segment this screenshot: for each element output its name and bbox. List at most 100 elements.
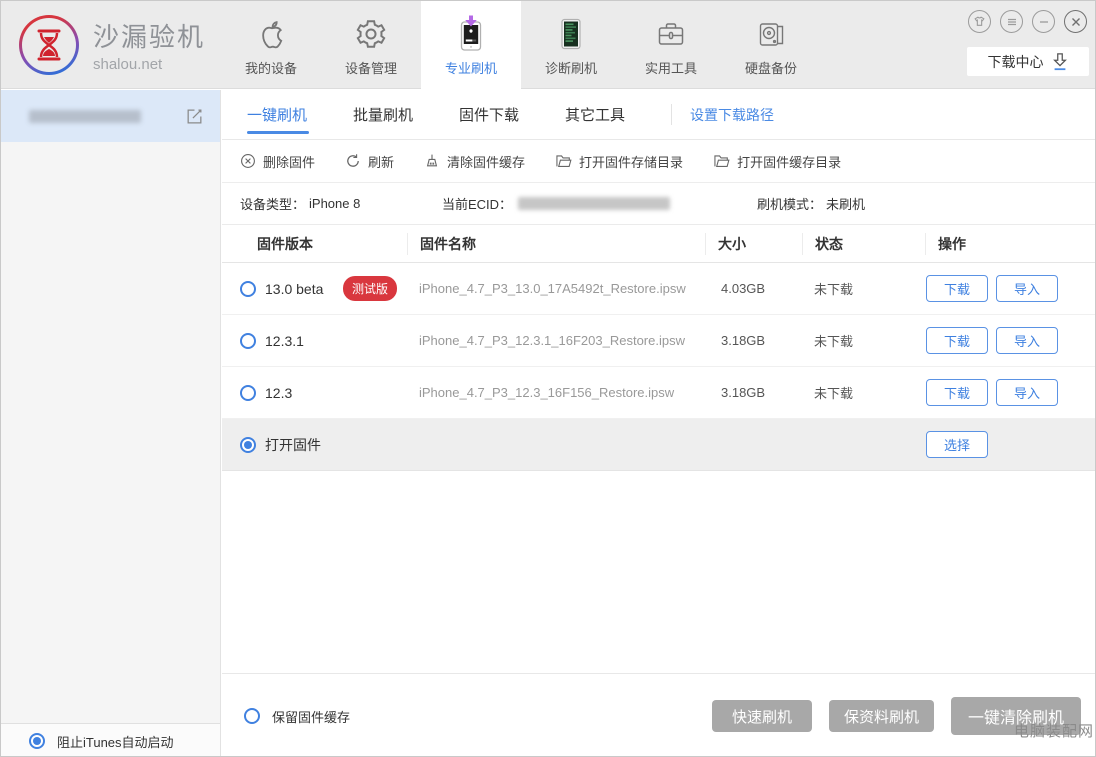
tab-label: 一键刷机 [247,104,307,125]
tab-bar: 一键刷机 批量刷机 固件下载 其它工具 设置下载路径 [222,90,1096,140]
col-version-header: 固件版本 [222,233,407,255]
apple-icon [255,14,287,54]
broom-icon [424,153,440,169]
download-button[interactable]: 下载 [926,379,988,406]
circle-x-icon [240,153,256,169]
firmware-radio[interactable] [240,333,256,349]
folder-open-icon [555,153,572,169]
actions-cell: 下载 导入 [925,379,1096,406]
firmware-size: 3.18GB [705,333,802,348]
import-button[interactable]: 导入 [996,327,1058,354]
refresh-button[interactable]: 刷新 [345,152,394,171]
firmware-row: 12.3.1 iPhone_4.7_P3_12.3.1_16F203_Resto… [222,315,1096,367]
nav-label: 诊断刷机 [545,58,597,77]
beta-badge: 测试版 [343,276,397,301]
tool-label: 打开固件存储目录 [579,152,683,171]
folder-open-icon [713,153,730,169]
tab-label: 批量刷机 [353,104,413,125]
firmware-size: 4.03GB [705,281,802,296]
quick-flash-button[interactable]: 快速刷机 [712,700,812,732]
main-panel: 一键刷机 批量刷机 固件下载 其它工具 设置下载路径 删除固件 [222,90,1096,757]
open-firmware-row: 打开固件 选择 [222,419,1096,471]
download-button[interactable]: 下载 [926,275,988,302]
keep-cache-radio[interactable] [244,708,260,724]
tab-label: 固件下载 [459,104,519,125]
col-size-header: 大小 [705,233,802,255]
diagnostic-device-icon [554,14,588,54]
open-firmware-cache-dir-button[interactable]: 打开固件缓存目录 [713,152,841,171]
firmware-row: 13.0 beta 测试版 iPhone_4.7_P3_13.0_17A5492… [222,263,1096,315]
version-cell: 12.3.1 [222,333,407,349]
gear-icon [354,14,388,54]
import-button[interactable]: 导入 [996,275,1058,302]
device-type-value: iPhone 8 [309,196,360,211]
download-center-label: 下载中心 [988,52,1044,72]
nav-utilities[interactable]: 实用工具 [621,1,721,89]
firmware-row: 12.3 iPhone_4.7_P3_12.3_16F156_Restore.i… [222,367,1096,419]
device-type-label: 设备类型： [240,194,305,213]
app-window: 沙漏验机 shalou.net 我的设备 [0,0,1096,757]
open-firmware-radio[interactable] [240,437,256,453]
main-nav: 我的设备 设备管理 [221,1,821,89]
sidebar-bottom-option[interactable]: 阻止iTunes自动启动 [1,723,220,757]
sidebar-device-item[interactable] [1,90,220,142]
firmware-table-header: 固件版本 固件名称 大小 状态 操作 [222,225,1096,263]
sidebar: 阻止iTunes自动启动 [1,90,221,757]
flash-mode-value: 未刷机 [826,194,865,213]
flash-device-icon [453,14,489,54]
nav-label: 专业刷机 [445,58,497,77]
edit-device-name-icon[interactable] [185,107,204,126]
tab-firmware-download[interactable]: 固件下载 [459,90,565,139]
block-itunes-label: 阻止iTunes自动启动 [57,732,174,751]
download-button[interactable]: 下载 [926,327,988,354]
open-firmware-cell: 打开固件 [222,435,407,455]
firmware-radio[interactable] [240,281,256,297]
actions-cell: 下载 导入 [925,275,1096,302]
header: 沙漏验机 shalou.net 我的设备 [1,1,1096,89]
nav-diagnostic-flash[interactable]: 诊断刷机 [521,1,621,89]
import-button[interactable]: 导入 [996,379,1058,406]
tool-label: 删除固件 [263,152,315,171]
ecid-label: 当前ECID： [442,194,512,213]
keep-cache-label: 保留固件缓存 [272,707,350,726]
choose-firmware-button[interactable]: 选择 [926,431,988,458]
ecid-value-redacted [518,197,670,210]
set-download-path-link[interactable]: 设置下载路径 [671,104,774,125]
minimize-button[interactable] [1032,10,1055,33]
nav-disk-backup[interactable]: 硬盘备份 [721,1,821,89]
clear-firmware-cache-button[interactable]: 清除固件缓存 [424,152,525,171]
window-controls [968,10,1087,33]
delete-firmware-button[interactable]: 删除固件 [240,152,315,171]
firmware-filename: iPhone_4.7_P3_13.0_17A5492t_Restore.ipsw [407,281,705,296]
actions-cell: 选择 [925,431,1096,458]
open-firmware-label: 打开固件 [265,435,321,455]
open-firmware-storage-dir-button[interactable]: 打开固件存储目录 [555,152,683,171]
menu-button[interactable] [1000,10,1023,33]
watermark: 电脑装配网 [1014,720,1094,741]
tab-other-tools[interactable]: 其它工具 [565,90,671,139]
firmware-status: 未下载 [802,383,925,402]
firmware-filename: iPhone_4.7_P3_12.3.1_16F203_Restore.ipsw [407,333,705,348]
keep-data-flash-button[interactable]: 保资料刷机 [829,700,934,732]
download-center-button[interactable]: 下载中心 [967,47,1089,76]
hourglass-logo-icon [19,15,79,75]
nav-my-devices[interactable]: 我的设备 [221,1,321,89]
firmware-status: 未下载 [802,331,925,350]
tab-batch-flash[interactable]: 批量刷机 [353,90,459,139]
nav-pro-flash[interactable]: 专业刷机 [421,1,521,89]
firmware-radio[interactable] [240,385,256,401]
flash-mode-label: 刷机模式： [757,194,822,213]
close-button[interactable] [1064,10,1087,33]
theme-skin-button[interactable] [968,10,991,33]
set-download-path-label: 设置下载路径 [690,105,774,125]
nav-device-management[interactable]: 设备管理 [321,1,421,89]
col-name-header: 固件名称 [407,233,705,255]
app-title: 沙漏验机 [93,17,205,54]
app-subtitle: shalou.net [93,56,205,73]
disk-backup-icon [753,14,789,54]
nav-label: 硬盘备份 [745,58,797,77]
tab-one-key-flash[interactable]: 一键刷机 [247,90,353,139]
col-status-header: 状态 [802,233,925,255]
toolbox-icon [653,14,689,54]
block-itunes-radio[interactable] [29,733,45,749]
